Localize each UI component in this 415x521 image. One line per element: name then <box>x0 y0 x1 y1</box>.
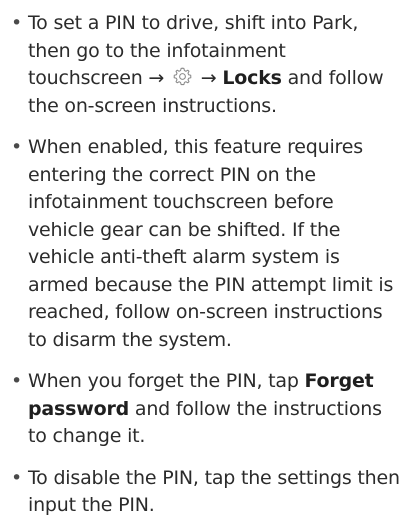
list-item-forget-pin: • When you forget the PIN, tap Forget pa… <box>8 368 405 451</box>
bullet-list: • To set a PIN to drive, shift into Park… <box>8 10 405 520</box>
document-body: • To set a PIN to drive, shift into Park… <box>0 0 415 521</box>
item-text: When enabled, this feature requires ente… <box>28 136 394 351</box>
bullet-marker: • <box>11 466 23 489</box>
list-item-disable-pin: • To disable the PIN, tap the settings t… <box>8 465 405 520</box>
gear-icon <box>172 66 193 87</box>
bullet-marker: • <box>11 136 23 158</box>
list-item-set-pin: • To set a PIN to drive, shift into Park… <box>8 10 405 120</box>
item-text-mid: → <box>194 67 223 89</box>
list-item-enabled-info: • When enabled, this feature requires en… <box>8 134 405 354</box>
locks-label: Locks <box>222 67 282 89</box>
bullet-marker: • <box>11 370 23 392</box>
item-text-before: When you forget the PIN, tap <box>28 370 305 392</box>
item-text: To disable the PIN, tap the settings the… <box>28 466 400 517</box>
bullet-marker: • <box>11 12 23 34</box>
